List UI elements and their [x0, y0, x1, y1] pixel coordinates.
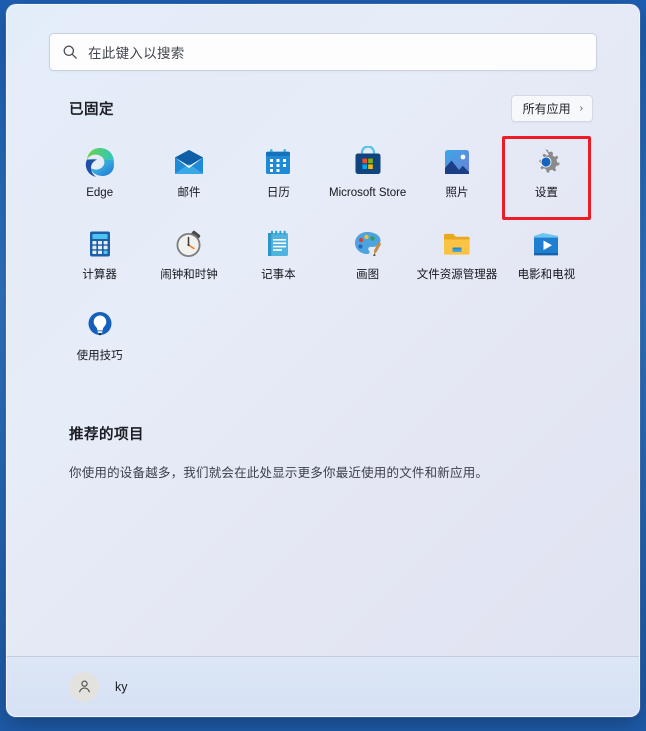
paint-palette-icon — [352, 228, 384, 260]
app-label: 画图 — [356, 268, 380, 281]
search-icon — [62, 44, 78, 60]
alarm-clock-icon — [173, 228, 205, 260]
calendar-icon — [262, 146, 294, 178]
edge-icon — [84, 146, 116, 178]
tips-lightbulb-icon — [84, 309, 116, 341]
search-placeholder-text: 在此键入以搜索 — [88, 46, 185, 61]
app-tile-file-explorer[interactable]: 文件资源管理器 — [412, 218, 501, 290]
app-tile-paint[interactable]: 画图 — [323, 218, 412, 290]
app-tile-tips[interactable]: 使用技巧 — [55, 299, 144, 371]
app-tile-alarms-clock[interactable]: 闹钟和时钟 — [144, 218, 233, 290]
app-label: 电影和电视 — [517, 268, 576, 281]
app-tile-movies-tv[interactable]: 电影和电视 — [502, 218, 591, 290]
app-tile-calculator[interactable]: 计算器 — [55, 218, 144, 290]
notepad-icon — [262, 228, 294, 260]
app-label: Microsoft Store — [329, 187, 407, 199]
microsoft-store-icon — [352, 146, 384, 178]
app-label: 设置 — [534, 187, 558, 199]
app-label: Edge — [86, 187, 114, 199]
app-label: 使用技巧 — [76, 350, 123, 363]
all-apps-label: 所有应用 — [522, 102, 571, 116]
file-explorer-icon — [441, 228, 473, 260]
avatar[interactable] — [69, 671, 99, 702]
app-tile-notepad[interactable]: 记事本 — [234, 218, 323, 290]
app-label: 计算器 — [82, 268, 117, 281]
app-label: 闹钟和时钟 — [160, 268, 218, 281]
app-label: 日历 — [266, 187, 290, 199]
user-account-bar: ky — [7, 656, 639, 716]
app-label: 文件资源管理器 — [416, 268, 498, 281]
calculator-icon — [84, 228, 116, 260]
search-input[interactable]: 在此键入以搜索 — [49, 33, 597, 71]
app-tile-edge[interactable]: Edge — [55, 136, 144, 208]
app-tile-calendar[interactable]: 日历 — [234, 136, 323, 208]
settings-gear-icon — [530, 146, 562, 178]
pinned-header: 已固定 所有应用 › — [7, 71, 639, 122]
recommended-title: 推荐的项目 — [69, 426, 144, 443]
search-area: 在此键入以搜索 — [7, 5, 639, 71]
app-label: 邮件 — [177, 187, 201, 199]
mail-icon — [173, 146, 205, 178]
movies-tv-icon — [530, 228, 562, 260]
app-tile-photos[interactable]: 照片 — [412, 136, 501, 208]
recommended-section: 推荐的项目 你使用的设备越多，我们就会在此处显示更多你最近使用的文件和新应用。 — [7, 371, 639, 481]
all-apps-button[interactable]: 所有应用 › — [510, 95, 593, 122]
app-label: 记事本 — [261, 268, 296, 281]
pinned-title: 已固定 — [69, 102, 114, 118]
user-name-label: ky — [115, 679, 128, 694]
app-tile-microsoft-store[interactable]: Microsoft Store — [323, 136, 412, 208]
photos-icon — [441, 146, 473, 178]
app-tile-mail[interactable]: 邮件 — [144, 136, 233, 208]
recommended-subtitle: 你使用的设备越多，我们就会在此处显示更多你最近使用的文件和新应用。 — [69, 465, 489, 480]
app-tile-settings[interactable]: 设置 — [501, 136, 592, 220]
start-menu-panel: 在此键入以搜索 已固定 所有应用 › Edge 邮件 日历 Microsoft … — [6, 4, 640, 717]
pinned-apps-grid: Edge 邮件 日历 Microsoft Store 照片 设置 计算器 闹钟和… — [7, 122, 639, 371]
app-label: 照片 — [445, 187, 469, 199]
chevron-right-icon: › — [579, 102, 583, 114]
